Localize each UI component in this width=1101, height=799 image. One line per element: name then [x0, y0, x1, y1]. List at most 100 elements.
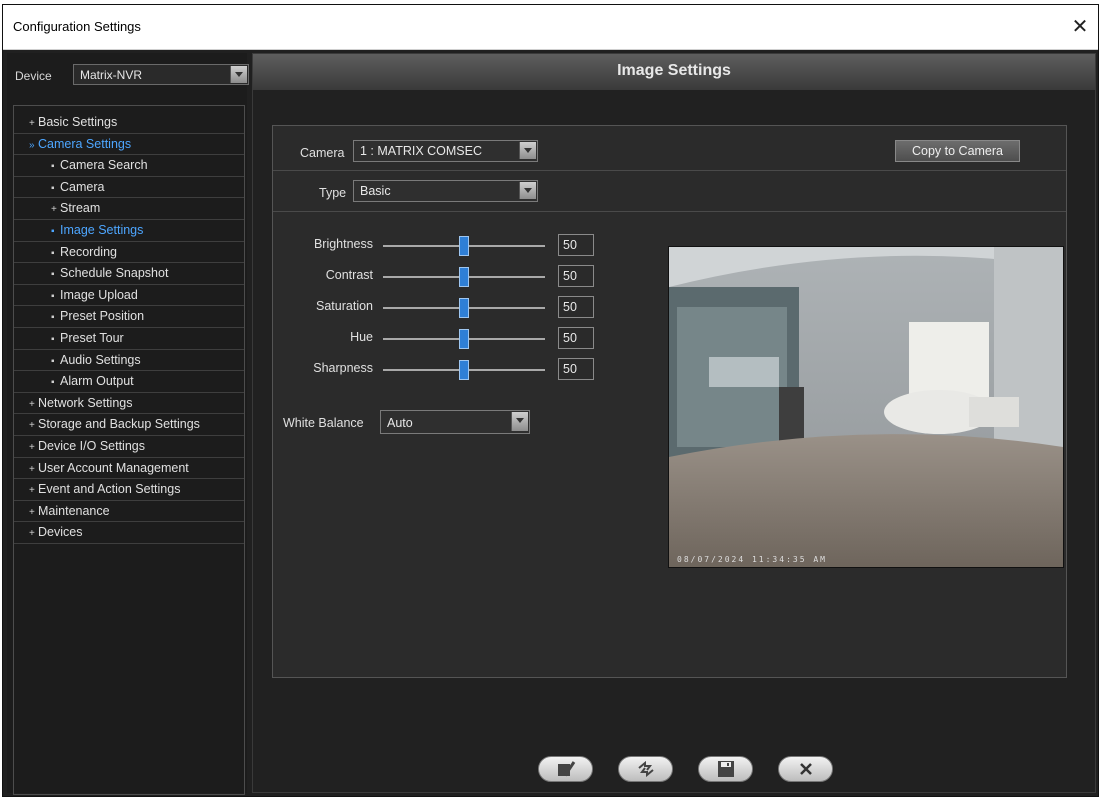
chevron-down-icon[interactable] — [519, 182, 536, 199]
sharpness-value-field[interactable]: 50 — [558, 358, 594, 380]
sidebar-item-alarm-output[interactable]: ▪ Alarm Output — [14, 371, 244, 393]
expand-icon: + — [29, 463, 35, 475]
sidebar-item-image-settings[interactable]: ▪ Image Settings — [14, 220, 244, 242]
sidebar-item-storage-and-backup-settings[interactable]: + Storage and Backup Settings — [14, 414, 244, 436]
bullet-icon: ▪ — [51, 247, 55, 259]
sidebar-item-label: Camera — [60, 179, 105, 194]
apply-icon — [558, 761, 576, 777]
sidebar-item-label: Devices — [38, 525, 83, 540]
sidebar-item-label: Recording — [60, 244, 117, 259]
bullet-icon: ▪ — [51, 161, 55, 173]
bullet-icon: ▪ — [51, 290, 55, 302]
sidebar-item-label: Camera Search — [60, 158, 148, 173]
type-row: Type Basic — [273, 171, 1066, 212]
expand-icon: + — [29, 506, 35, 518]
expand-icon: + — [29, 118, 35, 129]
bullet-icon: ▪ — [51, 377, 55, 389]
copy-to-camera-button[interactable]: Copy to Camera — [895, 140, 1020, 162]
bullet-icon: ▪ — [51, 333, 55, 345]
sidebar-item-user-account-management[interactable]: + User Account Management — [14, 458, 244, 480]
sidebar-item-camera[interactable]: ▪ Camera — [14, 177, 244, 199]
expand-icon: + — [29, 420, 35, 432]
contrast-slider-thumb[interactable] — [459, 267, 469, 287]
sidebar-item-preset-position[interactable]: ▪ Preset Position — [14, 306, 244, 328]
refresh-icon — [638, 760, 654, 778]
expand-icon: + — [29, 485, 35, 497]
hue-slider-thumb[interactable] — [459, 329, 469, 349]
hue-value-field[interactable]: 50 — [558, 327, 594, 349]
chevron-down-icon[interactable] — [519, 142, 536, 159]
sidebar-item-schedule-snapshot[interactable]: ▪ Schedule Snapshot — [14, 263, 244, 285]
sidebar-item-recording[interactable]: ▪ Recording — [14, 242, 244, 264]
contrast-label: Contrast — [325, 268, 373, 282]
main-header: Image Settings — [253, 54, 1095, 90]
sidebar-item-label: User Account Management — [38, 460, 189, 475]
camera-preview: 08/07/2024 11:34:35 AM — [668, 246, 1064, 568]
device-label: Device — [15, 69, 52, 83]
bullet-icon: ▪ — [51, 355, 55, 367]
sidebar-item-audio-settings[interactable]: ▪ Audio Settings — [14, 350, 244, 372]
sidebar-item-label: Stream — [60, 201, 101, 216]
contrast-value-field[interactable]: 50 — [558, 265, 594, 287]
sidebar-item-label: Image Settings — [60, 222, 144, 237]
sidebar-item-label: Alarm Output — [60, 374, 134, 389]
expand-icon: + — [29, 441, 35, 453]
sidebar-item-basic-settings[interactable]: + Basic Settings — [14, 112, 244, 134]
sidebar-item-network-settings[interactable]: + Network Settings — [14, 393, 244, 415]
bullet-icon: ▪ — [51, 182, 55, 194]
type-select[interactable]: Basic — [353, 180, 538, 202]
brightness-label: Brightness — [313, 237, 373, 251]
brightness-slider-thumb[interactable] — [459, 236, 469, 256]
expand-icon: + — [51, 204, 57, 216]
bullet-icon: ▪ — [51, 269, 55, 281]
save-button[interactable] — [698, 756, 753, 782]
bullet-icon: ▪ — [51, 225, 55, 237]
white-balance-value: Auto — [387, 416, 413, 430]
sidebar-item-event-and-action-settings[interactable]: + Event and Action Settings — [14, 479, 244, 501]
refresh-button[interactable] — [618, 756, 673, 782]
device-select[interactable]: Matrix-NVR — [73, 64, 249, 85]
sidebar-item-preset-tour[interactable]: ▪ Preset Tour — [14, 328, 244, 350]
main-panel: Image Settings Camera 1 : MATRIX COMSEC … — [252, 53, 1096, 793]
chevron-down-icon[interactable] — [511, 412, 528, 431]
chevron-down-icon[interactable] — [230, 66, 247, 83]
image-settings-panel: Camera 1 : MATRIX COMSEC Copy to Camera … — [272, 125, 1067, 678]
sidebar-item-camera-search[interactable]: ▪ Camera Search — [14, 155, 244, 177]
bullet-icon: ▪ — [51, 312, 55, 324]
type-label: Type — [319, 186, 347, 200]
sharpness-slider-thumb[interactable] — [459, 360, 469, 380]
device-select-value: Matrix-NVR — [80, 68, 142, 82]
sidebar-item-camera-settings[interactable]: » Camera Settings — [14, 134, 244, 156]
sharpness-label: Sharpness — [313, 361, 373, 375]
sidebar-item-image-upload[interactable]: ▪ Image Upload — [14, 285, 244, 307]
sidebar-item-stream[interactable]: + Stream — [14, 198, 244, 220]
left-panel: Device Matrix-NVR + Basic Settings» Camera… — [7, 53, 249, 795]
sidebar-item-label: Preset Position — [60, 309, 145, 324]
close-icon[interactable]: ✕ — [1068, 14, 1092, 38]
sidebar-item-devices[interactable]: + Devices — [14, 522, 244, 544]
sidebar-item-device-i-o-settings[interactable]: + Device I/O Settings — [14, 436, 244, 458]
hue-label: Hue — [350, 330, 373, 344]
apply-button[interactable] — [538, 756, 593, 782]
sidebar-item-label: Event and Action Settings — [38, 482, 181, 497]
preview-timestamp: 08/07/2024 11:34:35 AM — [677, 555, 827, 564]
expand-icon: + — [29, 528, 35, 540]
white-balance-label: White Balance — [283, 416, 364, 430]
page-title: Image Settings — [617, 62, 731, 79]
camera-row: Camera 1 : MATRIX COMSEC Copy to Camera — [273, 126, 1066, 171]
type-select-value: Basic — [360, 184, 391, 198]
sidebar-item-label: Maintenance — [38, 503, 110, 518]
camera-select[interactable]: 1 : MATRIX COMSEC — [353, 140, 538, 162]
sidebar-item-maintenance[interactable]: + Maintenance — [14, 501, 244, 523]
camera-label: Camera — [300, 146, 345, 160]
saturation-value-field[interactable]: 50 — [558, 296, 594, 318]
camera-select-value: 1 : MATRIX COMSEC — [360, 144, 483, 158]
cancel-button[interactable] — [778, 756, 833, 782]
brightness-value-field[interactable]: 50 — [558, 234, 594, 256]
expand-icon: + — [29, 398, 35, 410]
white-balance-select[interactable]: Auto — [380, 410, 530, 434]
camera-preview-image — [669, 247, 1063, 567]
sidebar-item-label: Network Settings — [38, 395, 133, 410]
saturation-slider-thumb[interactable] — [459, 298, 469, 318]
sidebar-item-label: Audio Settings — [60, 352, 141, 367]
